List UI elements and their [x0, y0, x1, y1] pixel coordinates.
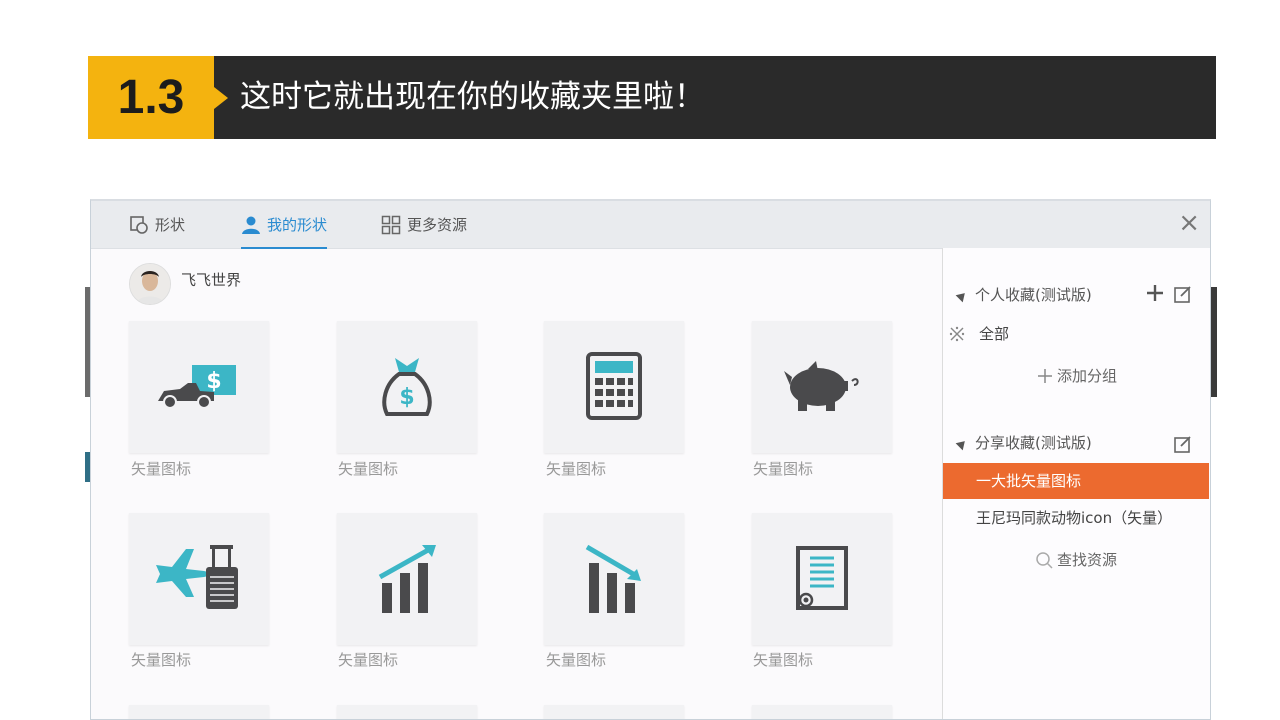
shape-icon: [129, 215, 149, 235]
shape-tile[interactable]: [752, 321, 892, 453]
shape-tile[interactable]: [752, 513, 892, 645]
svg-text:$: $: [206, 369, 221, 394]
shape-caption: 矢量图标: [131, 460, 192, 478]
chart-down-icon: [585, 544, 641, 613]
user-name: 飞飞世界: [181, 271, 242, 289]
slide-banner: 1.3 这时它就出现在你的收藏夹里啦！: [88, 56, 1216, 139]
shared-favorites-header[interactable]: 分享收藏(测试版): [955, 432, 1092, 453]
shape-tile[interactable]: [337, 705, 477, 719]
arrow-icon: [214, 87, 228, 109]
section-title: 个人收藏(测试版): [975, 286, 1092, 304]
certificate-icon: [796, 546, 848, 610]
tab-shapes[interactable]: 形状: [129, 201, 185, 248]
shape-caption: 矢量图标: [546, 460, 607, 478]
grid-icon: [381, 215, 401, 235]
user-icon: [241, 215, 261, 235]
shape-caption: 矢量图标: [546, 651, 607, 669]
step-number: 1.3: [88, 56, 214, 139]
shape-tile[interactable]: [752, 705, 892, 719]
tab-label: 我的形状: [267, 216, 328, 234]
tab-label: 更多资源: [407, 216, 468, 234]
shape-caption: 矢量图标: [753, 460, 814, 478]
search-icon: [1036, 551, 1053, 569]
active-tab-indicator: [241, 247, 328, 249]
tab-bar: 形状 我的形状 更多资源 ×: [91, 201, 1210, 249]
tab-label: 形状: [155, 216, 186, 234]
shape-caption: 矢量图标: [753, 651, 814, 669]
tab-my-shapes[interactable]: 我的形状: [241, 201, 328, 249]
edit-icon[interactable]: [1174, 285, 1192, 307]
shape-tile[interactable]: $: [337, 321, 477, 453]
collapse-triangle-icon: [955, 437, 969, 450]
shape-tile[interactable]: [337, 513, 477, 645]
money-bag-icon: $: [382, 358, 432, 416]
add-group-button[interactable]: 添加分组: [1037, 365, 1117, 386]
edit-icon[interactable]: [1174, 435, 1192, 457]
chart-up-icon: [378, 545, 436, 613]
favorites-panel: 个人收藏(测试版) 全部 添加分组 分享收藏(测试版) 一大批矢量图标 王尼玛同…: [942, 248, 1210, 719]
shape-caption: 矢量图标: [131, 651, 192, 669]
svg-text:$: $: [399, 385, 414, 410]
shape-tile[interactable]: $: [129, 321, 269, 453]
shared-item[interactable]: 王尼玛同款动物icon（矢量）: [976, 507, 1172, 528]
asterisk-icon: [949, 326, 965, 346]
personal-favorites-header[interactable]: 个人收藏(测试版): [955, 284, 1092, 305]
shape-tile[interactable]: [129, 513, 269, 645]
car-money-icon: $: [158, 365, 236, 409]
background-edge: [1211, 287, 1217, 397]
search-resources-button[interactable]: 查找资源: [1035, 549, 1117, 570]
section-title: 分享收藏(测试版): [975, 434, 1092, 452]
shape-tile[interactable]: [544, 705, 684, 719]
shape-caption: 矢量图标: [338, 460, 399, 478]
slide-title: 这时它就出现在你的收藏夹里啦！: [240, 79, 705, 115]
search-label: 查找资源: [1057, 551, 1118, 569]
shape-tile[interactable]: [544, 321, 684, 453]
shape-tile[interactable]: [544, 513, 684, 645]
shape-tile[interactable]: [129, 705, 269, 719]
shared-item-selected[interactable]: 一大批矢量图标: [943, 463, 1209, 499]
shape-caption: 矢量图标: [338, 651, 399, 669]
calculator-icon: [586, 352, 642, 420]
avatar[interactable]: [129, 263, 171, 305]
collapse-triangle-icon: [955, 289, 969, 302]
plus-icon: [1038, 368, 1052, 383]
favorites-all[interactable]: 全部: [979, 323, 1009, 344]
close-icon[interactable]: ×: [1178, 209, 1200, 237]
piggy-bank-icon: [784, 361, 859, 411]
add-group-label: 添加分组: [1057, 367, 1118, 385]
tab-more-resources[interactable]: 更多资源: [381, 201, 467, 248]
shapes-window: 形状 我的形状 更多资源 × 飞飞世界 $ 矢量图标 $ 矢量图标 矢量图标 矢…: [90, 199, 1211, 720]
add-icon[interactable]: [1146, 284, 1164, 306]
plane-luggage-icon: [156, 545, 238, 609]
